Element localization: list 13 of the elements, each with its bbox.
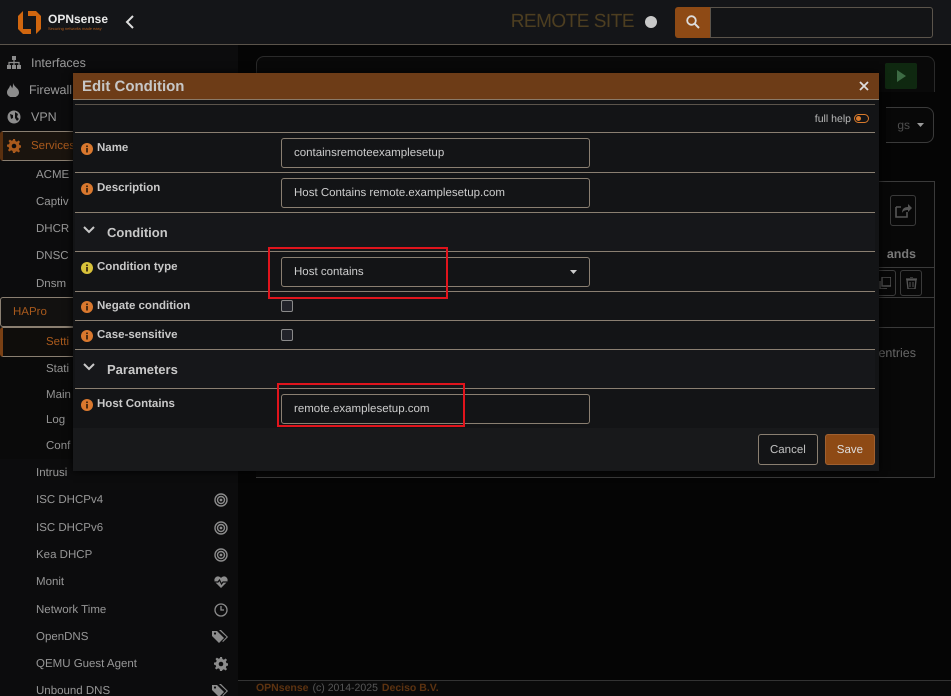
footer-text: (c) 2014-2025 — [312, 681, 378, 696]
field-label: Description — [97, 182, 160, 194]
brand-name: OPNsense — [48, 13, 108, 26]
dialog-title: Edit Condition — [82, 78, 184, 95]
field-label: Host Contains — [97, 398, 175, 410]
field-label: Negate condition — [97, 300, 190, 312]
field-label: Case-sensitive — [97, 329, 178, 342]
field-label: Name — [97, 142, 128, 154]
site-label: REMOTE SITE — [510, 11, 634, 33]
column-header: ands — [886, 246, 917, 260]
field-label: Condition type — [97, 261, 178, 274]
full-help-label: full help — [814, 112, 851, 125]
table-info: entries — [878, 346, 916, 360]
